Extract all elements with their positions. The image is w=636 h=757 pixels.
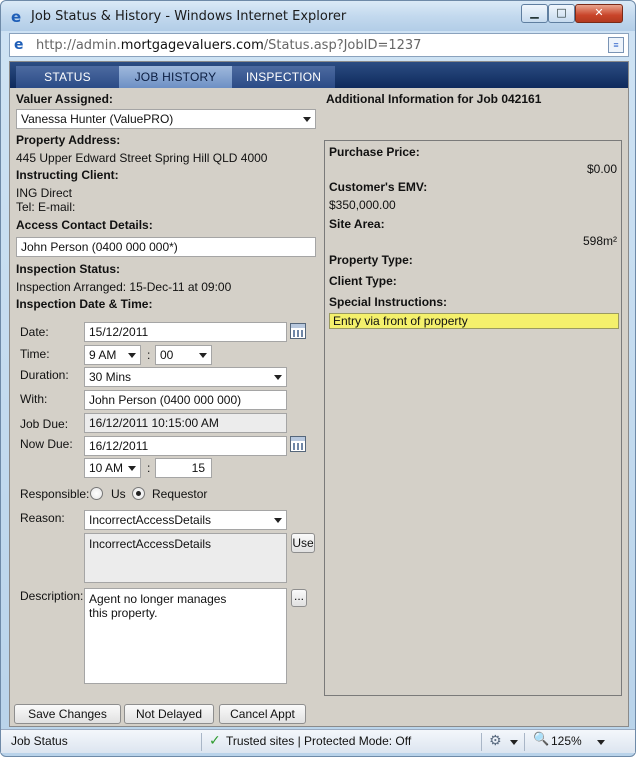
access-label: Access Contact Details:	[16, 218, 153, 232]
additional-info-heading: Additional Information for Job 042161	[326, 92, 542, 106]
now-due-hour-value: 10 AM	[89, 461, 124, 475]
inspection-status-label: Inspection Status:	[16, 262, 121, 276]
page-content: STATUS JOB HISTORY INSPECTION Valuer Ass…	[9, 61, 629, 727]
address-label: Property Address:	[16, 133, 121, 147]
job-due-label: Job Due:	[20, 417, 69, 431]
time-hour-select[interactable]: 9 AM	[84, 345, 141, 365]
status-bar: Job Status ✓ Trusted sites | Protected M…	[1, 729, 635, 753]
chevron-down-icon	[128, 353, 136, 358]
browser-window: e Job Status & History - Windows Interne…	[0, 0, 636, 757]
time-minute-value: 00	[160, 348, 174, 362]
security-zone-text[interactable]: Trusted sites | Protected Mode: Off	[226, 734, 411, 748]
access-contact-field[interactable]: John Person (0400 000 000*)	[16, 237, 316, 257]
emv-label: Customer's EMV:	[329, 180, 428, 194]
chevron-down-icon	[303, 117, 311, 122]
with-label: With:	[20, 392, 48, 406]
privacy-icon[interactable]: ⚙	[489, 733, 502, 749]
address-value: 445 Upper Edward Street Spring Hill QLD …	[16, 151, 268, 165]
compatibility-view-icon[interactable]: ≡	[608, 37, 624, 53]
responsible-us-radio[interactable]	[90, 487, 103, 500]
valuer-select[interactable]: Vanessa Hunter (ValuePRO)	[16, 109, 316, 129]
address-bar[interactable]: e http://admin.mortgagevaluers.com/Statu…	[9, 33, 629, 57]
description-label: Description:	[20, 589, 84, 603]
now-due-hour-select[interactable]: 10 AM	[84, 458, 141, 478]
maximize-button[interactable]: □	[548, 4, 575, 23]
time-separator: :	[147, 348, 151, 362]
job-due-field: 16/12/2011 10:15:00 AM	[84, 413, 287, 433]
property-type-label: Property Type:	[329, 253, 413, 267]
emv-value: $350,000.00	[329, 198, 396, 212]
reason-value: IncorrectAccessDetails	[89, 513, 212, 527]
chevron-down-icon[interactable]	[597, 740, 605, 745]
ie-page-icon: e	[14, 37, 24, 53]
ie-logo-icon: e	[11, 8, 22, 26]
responsible-us-label[interactable]: Us	[111, 487, 126, 501]
chevron-down-icon	[274, 375, 282, 380]
time-label: Time:	[20, 347, 50, 361]
reason-select[interactable]: IncorrectAccessDetails	[84, 510, 287, 530]
minimize-button[interactable]: ▁	[521, 4, 548, 23]
chevron-down-icon	[128, 466, 136, 471]
valuer-label: Valuer Assigned:	[16, 92, 113, 106]
inspection-status-value: Inspection Arranged: 15-Dec-11 at 09:00	[16, 280, 232, 294]
purchase-price-value: $0.00	[586, 162, 617, 176]
status-divider	[201, 733, 202, 751]
reason-label: Reason:	[20, 511, 65, 525]
valuer-value: Vanessa Hunter (ValuePRO)	[21, 112, 174, 126]
client-type-label: Client Type:	[329, 274, 397, 288]
status-text: Job Status	[11, 734, 68, 748]
calendar-icon[interactable]	[290, 436, 306, 452]
not-delayed-button[interactable]: Not Delayed	[124, 704, 214, 724]
address-url: http://admin.mortgagevaluers.com/Status.…	[36, 38, 422, 53]
site-area-label: Site Area:	[329, 217, 385, 231]
zoom-level[interactable]: 125%	[551, 734, 582, 748]
responsible-label: Responsible:	[20, 487, 90, 501]
status-divider	[481, 733, 482, 751]
now-due-label: Now Due:	[20, 437, 73, 451]
responsible-requestor-radio[interactable]	[132, 487, 145, 500]
use-button[interactable]: Use	[291, 533, 315, 553]
tab-status[interactable]: STATUS	[16, 66, 119, 88]
duration-select[interactable]: 30 Mins	[84, 367, 287, 387]
tab-bar: STATUS JOB HISTORY INSPECTION	[10, 62, 628, 88]
chevron-down-icon	[199, 353, 207, 358]
zoom-icon[interactable]: 🔍	[533, 732, 549, 747]
reason-text-area: IncorrectAccessDetails	[84, 533, 287, 583]
purchase-price-label: Purchase Price:	[329, 145, 420, 159]
now-due-field[interactable]: 16/12/2011	[84, 436, 287, 456]
client-contact: Tel: E-mail:	[16, 200, 76, 214]
title-bar: e Job Status & History - Windows Interne…	[1, 1, 635, 31]
date-label: Date:	[20, 325, 49, 339]
site-area-value: 598m²	[582, 234, 617, 248]
time-minute-select[interactable]: 00	[155, 345, 212, 365]
special-instructions-label: Special Instructions:	[329, 295, 448, 309]
close-button[interactable]: ✕	[575, 4, 623, 23]
client-label: Instructing Client:	[16, 168, 119, 182]
status-divider	[524, 733, 525, 751]
save-changes-button[interactable]: Save Changes	[14, 704, 121, 724]
with-field[interactable]: John Person (0400 000 000)	[84, 390, 287, 410]
additional-info-panel: Purchase Price: $0.00 Customer's EMV: $3…	[324, 140, 622, 696]
time-hour-value: 9 AM	[89, 348, 117, 362]
cancel-appt-button[interactable]: Cancel Appt	[219, 704, 306, 724]
description-more-button[interactable]: ...	[291, 589, 307, 607]
duration-value: 30 Mins	[89, 370, 132, 384]
client-name: ING Direct	[16, 186, 73, 200]
tab-job-history[interactable]: JOB HISTORY	[119, 66, 232, 88]
window-title: Job Status & History - Windows Internet …	[31, 9, 347, 24]
now-due-separator: :	[147, 461, 151, 475]
responsible-requestor-label[interactable]: Requestor	[152, 487, 207, 501]
chevron-down-icon	[274, 518, 282, 523]
tab-inspection[interactable]: INSPECTION	[232, 66, 335, 88]
duration-label: Duration:	[20, 368, 69, 382]
now-due-minute-field[interactable]: 15	[155, 458, 212, 478]
check-icon: ✓	[209, 733, 221, 749]
chevron-down-icon[interactable]	[510, 740, 518, 745]
description-textarea[interactable]: Agent no longer manages this property.	[84, 588, 287, 684]
inspection-datetime-label: Inspection Date & Time:	[16, 297, 153, 311]
calendar-icon[interactable]	[290, 323, 306, 339]
special-instructions-value: Entry via front of property	[329, 313, 619, 329]
date-field[interactable]: 15/12/2011	[84, 322, 287, 342]
